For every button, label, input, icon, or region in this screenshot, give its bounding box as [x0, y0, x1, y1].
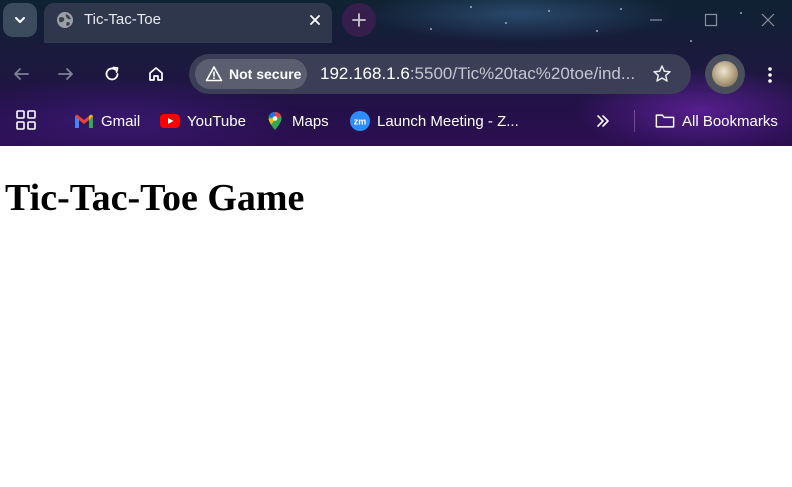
bookmark-label: Launch Meeting - Z...: [377, 112, 519, 130]
star-icon: [653, 65, 671, 82]
close-icon: [761, 13, 775, 27]
site-info-button[interactable]: Not secure: [195, 59, 307, 89]
page-content: Tic-Tac-Toe Game: [0, 146, 792, 487]
chrome-menu-button[interactable]: [759, 60, 781, 90]
all-bookmarks-button[interactable]: All Bookmarks: [655, 109, 778, 133]
new-tab-button[interactable]: [342, 3, 376, 37]
back-button[interactable]: [5, 58, 37, 90]
minimize-icon: [650, 19, 662, 21]
globe-icon: [57, 12, 73, 28]
gmail-icon: [74, 111, 94, 131]
youtube-icon: [160, 111, 180, 131]
folder-icon: [655, 111, 675, 131]
maximize-button[interactable]: [697, 8, 725, 32]
zoom-icon: zm: [350, 111, 370, 131]
bookmarks-divider: [634, 110, 635, 132]
bookmark-label: Maps: [292, 112, 329, 130]
close-icon: [310, 15, 320, 25]
url-text[interactable]: 192.168.1.6:5500/Tic%20tac%20toe/ind...: [320, 64, 650, 84]
reload-icon: [105, 66, 119, 81]
active-tab[interactable]: Tic-Tac-Toe: [44, 3, 332, 43]
page-heading: Tic-Tac-Toe Game: [5, 177, 305, 219]
bookmark-star-button[interactable]: [651, 63, 673, 85]
browser-chrome: Tic-Tac-Toe Not secure 192.168.1.6:5500/…: [0, 0, 792, 146]
arrow-right-icon: [58, 68, 73, 80]
bookmark-label: YouTube: [187, 112, 246, 130]
tab-search-button[interactable]: [3, 3, 37, 37]
plus-icon: [352, 13, 366, 27]
maximize-icon: [704, 13, 718, 27]
svg-text:zm: zm: [354, 117, 367, 127]
url-host: 192.168.1.6: [320, 64, 410, 83]
bookmark-gmail[interactable]: Gmail: [74, 109, 140, 133]
chevron-down-icon: [15, 17, 25, 23]
warning-icon: [205, 66, 223, 82]
tab-close-button[interactable]: [304, 9, 326, 31]
maps-icon: [265, 111, 285, 131]
all-bookmarks-label: All Bookmarks: [682, 112, 778, 130]
bookmark-zoom[interactable]: zm Launch Meeting - Z...: [350, 109, 519, 133]
more-bookmarks-button[interactable]: [595, 109, 611, 133]
bookmark-maps[interactable]: Maps: [265, 109, 329, 133]
apps-grid-icon[interactable]: [15, 109, 37, 131]
tab-title: Tic-Tac-Toe: [84, 11, 161, 28]
double-chevron-right-icon: [597, 115, 609, 127]
profile-avatar[interactable]: [705, 54, 745, 94]
address-bar[interactable]: Not secure 192.168.1.6:5500/Tic%20tac%20…: [189, 54, 691, 94]
home-button[interactable]: [140, 58, 172, 90]
bookmark-youtube[interactable]: YouTube: [160, 109, 246, 133]
minimize-button[interactable]: [642, 8, 670, 32]
avatar-image: [712, 61, 738, 87]
arrow-left-icon: [14, 68, 29, 80]
home-icon: [149, 67, 163, 81]
security-label: Not secure: [229, 66, 302, 82]
reload-button[interactable]: [96, 58, 128, 90]
close-window-button[interactable]: [754, 8, 782, 32]
url-path: :5500/Tic%20tac%20toe/ind...: [409, 64, 636, 83]
bookmark-label: Gmail: [101, 112, 141, 130]
forward-button[interactable]: [50, 58, 82, 90]
more-vertical-icon: [768, 67, 772, 83]
